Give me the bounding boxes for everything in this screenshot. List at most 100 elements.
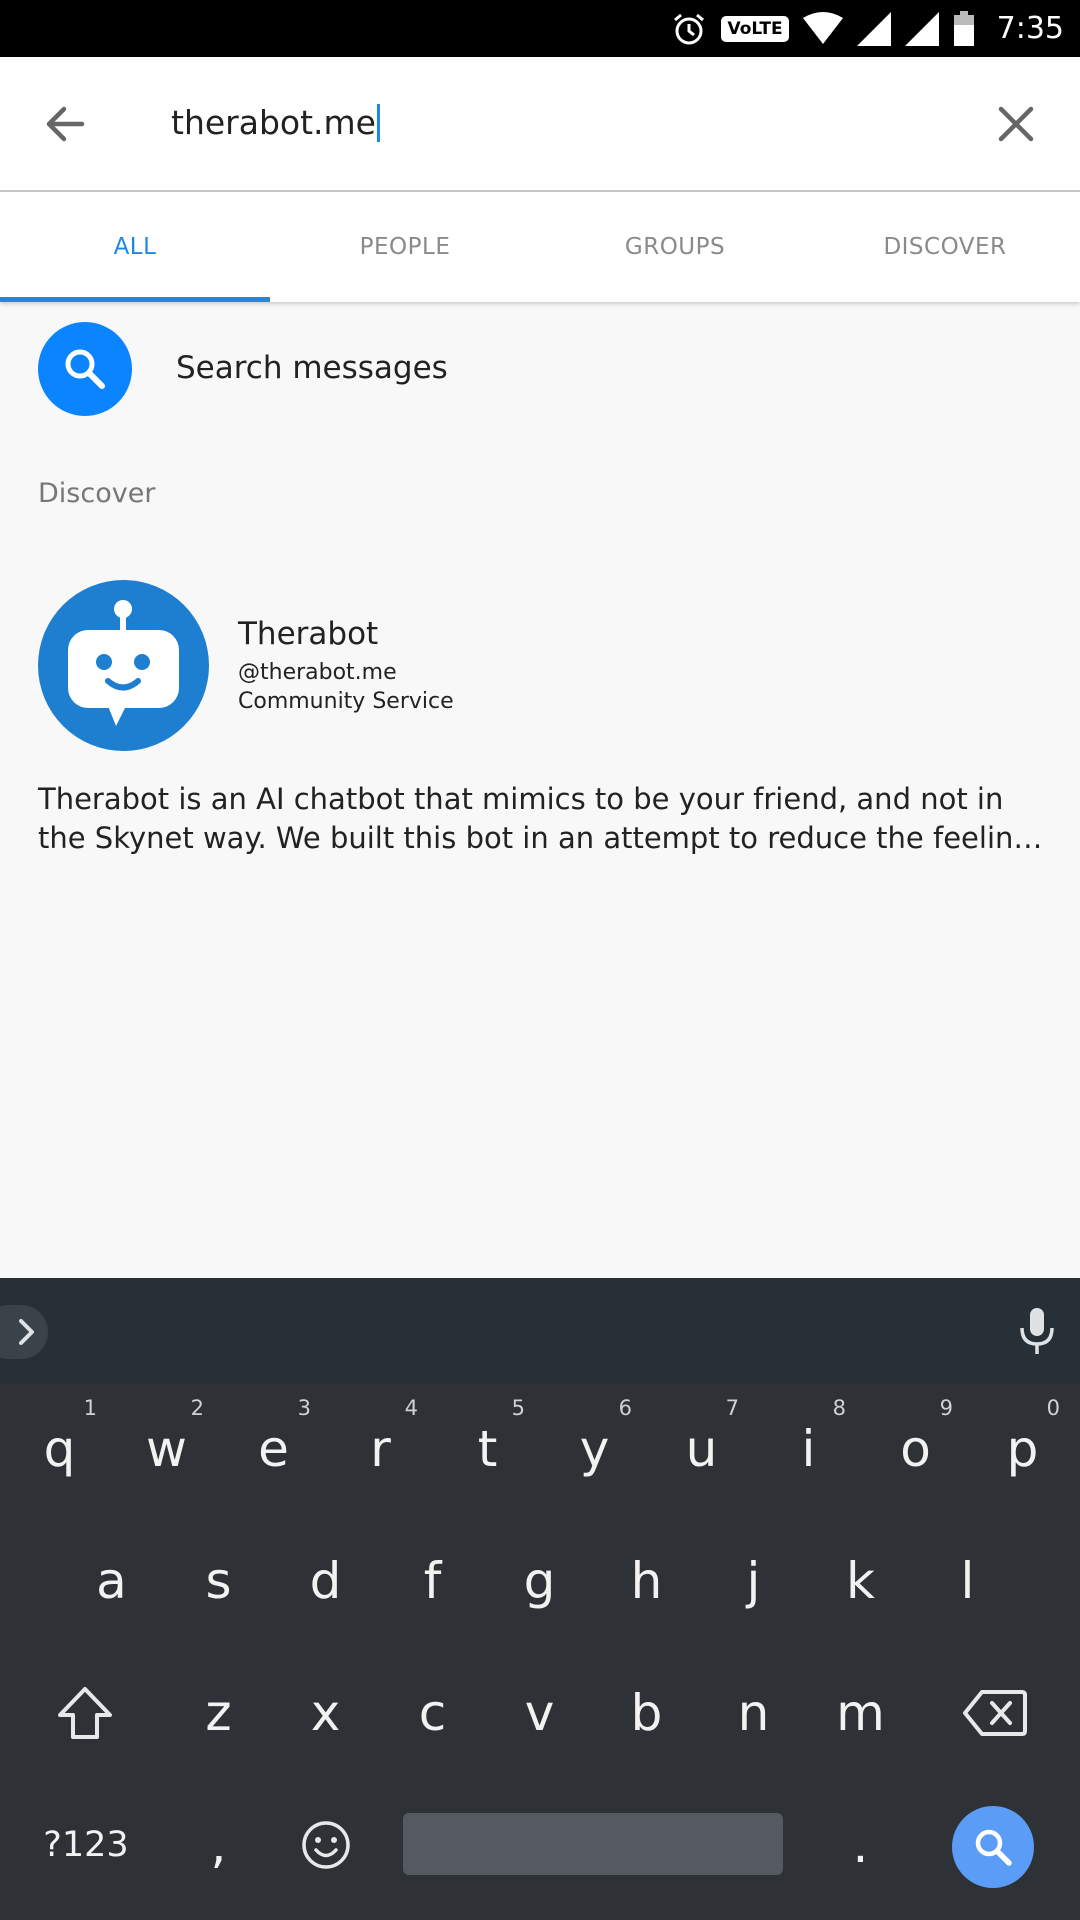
- key-d[interactable]: d: [272, 1516, 379, 1646]
- key-hint: 3: [297, 1396, 311, 1420]
- key-char: e: [258, 1420, 289, 1478]
- key-m[interactable]: m: [807, 1648, 914, 1778]
- tab-people[interactable]: PEOPLE: [270, 192, 540, 302]
- key-hint: 2: [190, 1396, 204, 1420]
- key-hint: 1: [83, 1396, 97, 1420]
- discover-section-title: Discover: [38, 478, 156, 509]
- result-name: Therabot: [238, 616, 379, 652]
- key-hint: 4: [404, 1396, 418, 1420]
- key-z[interactable]: z: [165, 1648, 272, 1778]
- search-icon: [975, 1829, 1012, 1866]
- robot-icon: [68, 600, 179, 726]
- keyboard-row-2: a s d f g h j k l: [0, 1516, 1080, 1646]
- key-h[interactable]: h: [593, 1516, 700, 1646]
- key-char: y: [579, 1420, 610, 1478]
- avatar: [38, 580, 209, 751]
- emoji-icon: [301, 1821, 350, 1869]
- key-hint: 8: [832, 1396, 846, 1420]
- key-e[interactable]: e3: [220, 1384, 327, 1514]
- key-j[interactable]: j: [700, 1516, 807, 1646]
- space-key[interactable]: [403, 1813, 783, 1875]
- result-category: Community Service: [238, 689, 454, 714]
- key-hint: 5: [511, 1396, 525, 1420]
- key-t[interactable]: t5: [434, 1384, 541, 1514]
- shift-key[interactable]: [30, 1648, 140, 1778]
- keyboard-search-key[interactable]: [952, 1806, 1034, 1888]
- key-f[interactable]: f: [379, 1516, 486, 1646]
- search-input[interactable]: therabot.me: [171, 103, 380, 142]
- keyboard-expand-button[interactable]: [0, 1305, 48, 1359]
- signal-icon: [856, 11, 891, 46]
- status-time: 7:35: [996, 11, 1064, 46]
- key-char: t: [477, 1420, 498, 1478]
- key-v[interactable]: v: [486, 1648, 593, 1778]
- key-hint: 9: [939, 1396, 953, 1420]
- clear-search-button[interactable]: [986, 99, 1046, 149]
- key-o[interactable]: o9: [862, 1384, 969, 1514]
- keyboard-row-3: z x c v b n m: [0, 1648, 1080, 1778]
- search-messages-label: Search messages: [176, 350, 448, 386]
- key-l[interactable]: l: [914, 1516, 1021, 1646]
- status-icons: VoLTE 7:35: [671, 0, 1064, 57]
- key-b[interactable]: b: [593, 1648, 700, 1778]
- text-cursor: [376, 104, 380, 142]
- result-description: Therabot is an AI chatbot that mimics to…: [38, 782, 1043, 855]
- search-messages-button[interactable]: [38, 322, 132, 416]
- key-u[interactable]: u7: [648, 1384, 755, 1514]
- comma-key[interactable]: ,: [165, 1780, 272, 1910]
- key-p[interactable]: p0: [969, 1384, 1076, 1514]
- key-char: u: [685, 1420, 718, 1478]
- signal-icon: [904, 11, 939, 46]
- chevron-right-icon: [19, 1319, 34, 1345]
- back-button[interactable]: [36, 99, 96, 149]
- key-a[interactable]: a: [58, 1516, 165, 1646]
- key-q[interactable]: q1: [6, 1384, 113, 1514]
- wifi-icon: [802, 11, 843, 44]
- shift-icon: [58, 1687, 112, 1739]
- key-s[interactable]: s: [165, 1516, 272, 1646]
- key-x[interactable]: x: [272, 1648, 379, 1778]
- key-hint: 0: [1046, 1396, 1060, 1420]
- backspace-key[interactable]: [940, 1648, 1050, 1778]
- search-tabs: ALL PEOPLE GROUPS DISCOVER: [0, 192, 1080, 302]
- key-char: r: [370, 1420, 391, 1478]
- key-n[interactable]: n: [700, 1648, 807, 1778]
- key-w[interactable]: w2: [113, 1384, 220, 1514]
- key-hint: 7: [725, 1396, 739, 1420]
- tab-groups[interactable]: GROUPS: [540, 192, 810, 302]
- search-messages-row[interactable]: Search messages: [0, 322, 1080, 418]
- key-g[interactable]: g: [486, 1516, 593, 1646]
- key-hint: 6: [618, 1396, 632, 1420]
- close-icon: [998, 106, 1034, 142]
- tab-discover[interactable]: DISCOVER: [810, 192, 1080, 302]
- voice-input-button[interactable]: [1014, 1306, 1060, 1356]
- search-icon: [65, 349, 105, 389]
- tab-all[interactable]: ALL: [0, 192, 270, 302]
- key-i[interactable]: i8: [755, 1384, 862, 1514]
- key-char: i: [801, 1420, 816, 1478]
- alarm-icon: [674, 13, 705, 44]
- keyboard-suggestion-bar: [0, 1278, 1080, 1384]
- discover-result-item[interactable]: Therabot @therabot.me Community Service …: [0, 578, 1080, 858]
- emoji-key[interactable]: [272, 1780, 379, 1910]
- key-char: w: [146, 1420, 187, 1478]
- backspace-icon: [963, 1690, 1027, 1736]
- key-k[interactable]: k: [807, 1516, 914, 1646]
- volte-icon: VoLTE: [721, 15, 789, 42]
- key-char: o: [900, 1420, 931, 1478]
- key-c[interactable]: c: [379, 1648, 486, 1778]
- key-y[interactable]: y6: [541, 1384, 648, 1514]
- arrow-left-icon: [46, 106, 85, 142]
- symbols-key[interactable]: ?123: [26, 1780, 146, 1910]
- status-bar: VoLTE 7:35: [0, 0, 1080, 57]
- search-query: therabot.me: [171, 103, 376, 142]
- result-handle: @therabot.me: [238, 660, 397, 685]
- search-bar: therabot.me: [0, 57, 1080, 192]
- keyboard: q1 w2 e3 r4 t5 y6 u7 i8 o9 p0 a s d f g …: [0, 1278, 1080, 1920]
- battery-icon: [953, 10, 974, 46]
- key-char: q: [43, 1420, 76, 1478]
- microphone-icon: [1020, 1308, 1054, 1354]
- key-char: p: [1006, 1420, 1039, 1478]
- period-key[interactable]: .: [807, 1780, 914, 1910]
- key-r[interactable]: r4: [327, 1384, 434, 1514]
